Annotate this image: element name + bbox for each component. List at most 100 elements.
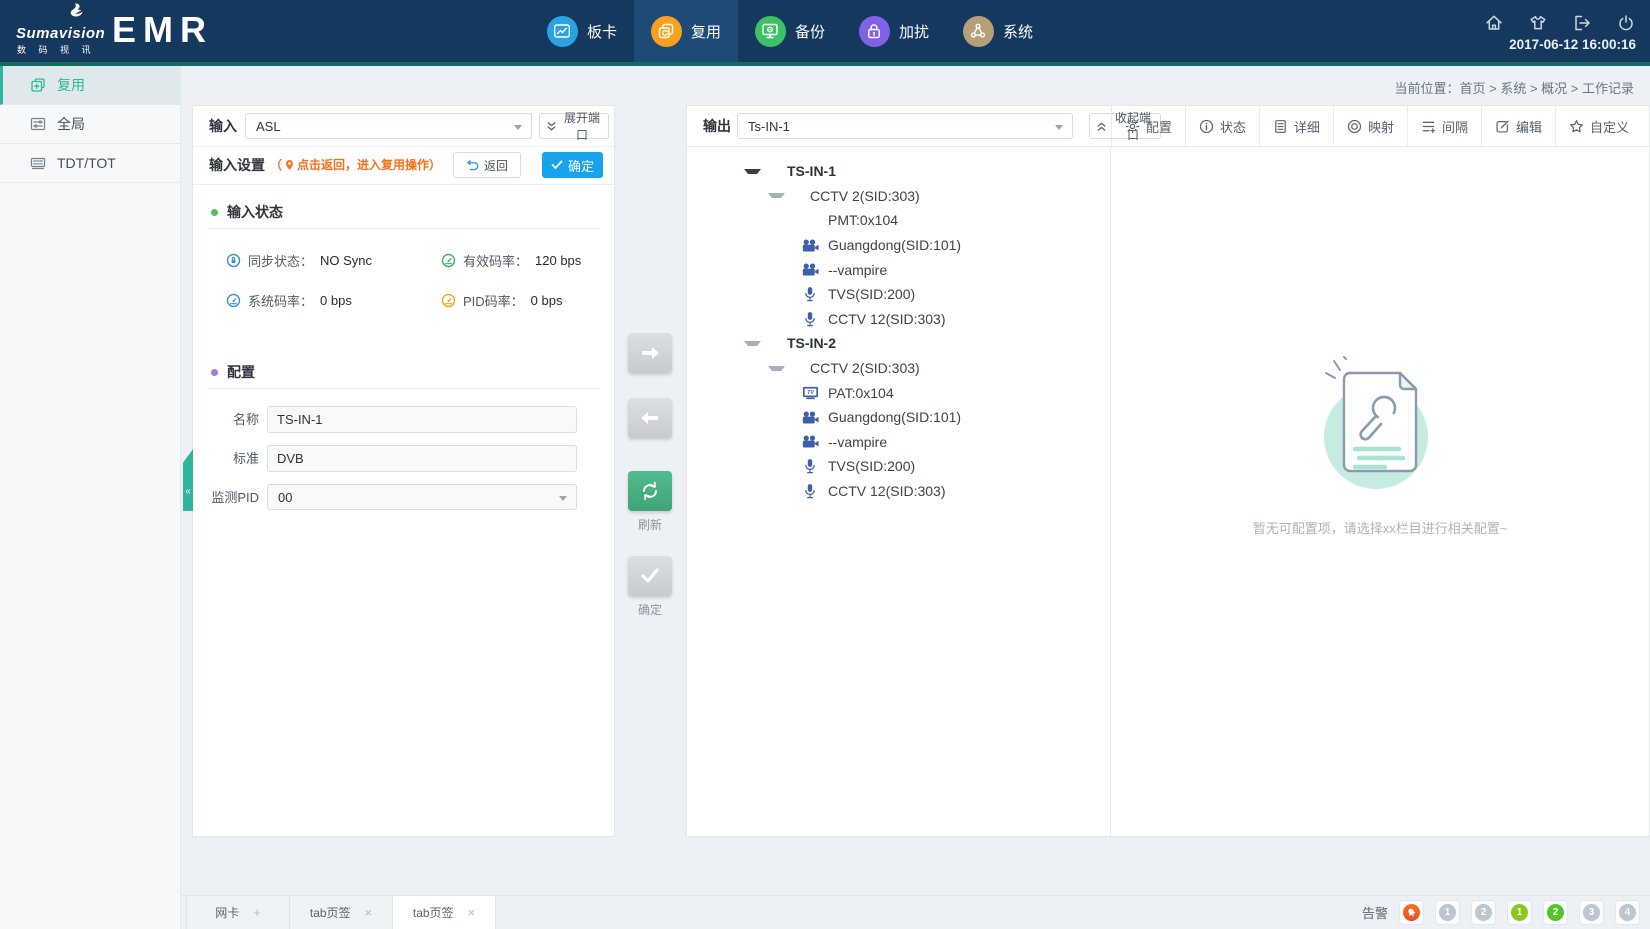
- empty-state-illustration: [1304, 345, 1456, 502]
- output-port-select[interactable]: Ts-IN-1: [737, 113, 1073, 139]
- status-indicator-5[interactable]: 3: [1579, 900, 1604, 925]
- gear-icon: [1125, 119, 1140, 134]
- tab-page-2[interactable]: tab页签 ×: [392, 896, 496, 929]
- camera-icon: [801, 434, 819, 449]
- sidebar-item-label: 复用: [57, 75, 85, 95]
- home-icon[interactable]: [1484, 13, 1504, 33]
- double-chevron-down-icon: [546, 121, 557, 132]
- input-port-select[interactable]: ASL: [245, 113, 532, 139]
- tree-node-pat[interactable]: TVPAT:0x104: [687, 380, 1110, 405]
- logout-icon[interactable]: [1572, 13, 1592, 33]
- tv-icon: TV: [801, 385, 819, 400]
- sidebar-item-multiplex[interactable]: 复用: [0, 66, 180, 105]
- double-chevron-up-icon: [1096, 121, 1107, 132]
- sidebar-item-global[interactable]: 全局: [0, 105, 180, 144]
- alarm-bell-icon: [1403, 904, 1420, 921]
- tab-network-card[interactable]: 网卡 +: [186, 896, 290, 929]
- toolbar-mapping[interactable]: 映射: [1333, 106, 1407, 146]
- status-item-system-rate: 系统码率： 0 bps: [226, 291, 352, 310]
- nav-label: 系统: [1003, 21, 1033, 42]
- toolbar-interval[interactable]: 间隔: [1407, 106, 1481, 146]
- tree-node-pmt[interactable]: PMT:0x104: [687, 208, 1110, 233]
- nav-label: 板卡: [587, 21, 617, 42]
- input-settings-title: 输入设置: [209, 147, 265, 184]
- toolbar-edit[interactable]: 编辑: [1481, 106, 1555, 146]
- close-icon[interactable]: ×: [365, 905, 373, 920]
- back-button[interactable]: 返回: [453, 152, 521, 178]
- tree-node-stream[interactable]: --vampire: [687, 257, 1110, 282]
- multiplex-icon: [651, 16, 682, 47]
- caret-down-icon[interactable]: [744, 169, 761, 174]
- status-item-pid-rate: PID码率： 0 bps: [441, 291, 562, 310]
- nav-item-board[interactable]: 板卡: [530, 0, 634, 62]
- expand-ports-button[interactable]: 展开端口: [539, 113, 609, 139]
- status-indicator-3[interactable]: 1: [1507, 900, 1532, 925]
- toolbar-detail[interactable]: 详细: [1259, 106, 1333, 146]
- status-item-sync: 同步状态： NO Sync: [226, 251, 372, 270]
- nav-item-backup[interactable]: 备份: [738, 0, 842, 62]
- tree-node-stream[interactable]: Guangdong(SID:101): [687, 233, 1110, 258]
- pin-icon: [284, 159, 295, 172]
- power-icon[interactable]: [1616, 13, 1636, 33]
- tree-node-stream[interactable]: Guangdong(SID:101): [687, 405, 1110, 430]
- refresh-button[interactable]: [628, 471, 672, 511]
- microphone-icon: [801, 458, 819, 474]
- double-chevron-left-icon: «: [185, 486, 191, 497]
- toolbar-status[interactable]: 状态: [1185, 106, 1259, 146]
- status-indicator-1[interactable]: 1: [1435, 900, 1460, 925]
- emr-app-window: Sumavision 数 码 视 讯 EMR 板卡 复用 备份: [0, 0, 1650, 929]
- move-right-button[interactable]: [628, 333, 672, 373]
- svg-text:TV: TV: [807, 390, 814, 396]
- tree-node-ts-in-2[interactable]: TS-IN-2: [687, 331, 1110, 356]
- tree-node-stream[interactable]: CCTV 12(SID:303): [687, 307, 1110, 332]
- input-status-section-title: 输入状态: [211, 202, 283, 222]
- nav-item-system[interactable]: 系统: [946, 0, 1050, 62]
- status-indicator-2[interactable]: 2: [1471, 900, 1496, 925]
- status-item-effective-rate: 有效码率： 120 bps: [441, 251, 581, 270]
- nav-item-multiplex[interactable]: 复用: [634, 0, 738, 62]
- tree-node-stream[interactable]: TVS(SID:200): [687, 282, 1110, 307]
- input-settings-row: 输入设置 （ 点击返回，进入复用操作） 返回: [193, 147, 614, 185]
- alarm-indicator[interactable]: [1399, 900, 1424, 925]
- bottom-bar: 网卡 + tab页签 × tab页签 × 告警: [181, 895, 1650, 929]
- tree-node-stream[interactable]: CCTV 12(SID:303): [687, 479, 1110, 504]
- topbar-quick-actions: [1484, 13, 1636, 33]
- pid-rate-gauge-icon: [441, 293, 456, 308]
- toolbar-custom[interactable]: 自定义: [1555, 106, 1649, 146]
- transfer-confirm-button[interactable]: [628, 556, 672, 596]
- sidebar-item-tdt-tot[interactable]: TDT/TOT: [0, 144, 180, 183]
- tree-node-service[interactable]: CCTV 2(SID:303): [687, 356, 1110, 381]
- output-config-pane: 暂无可配置项，请选择xx栏目进行相关配置~: [1110, 147, 1649, 837]
- main-content: 当前位置：首页 > 系统 > 概况 > 工作记录 输入 ASL 展开端口 输入设…: [181, 66, 1650, 929]
- microphone-icon: [801, 286, 819, 302]
- edit-icon: [1495, 119, 1510, 134]
- tree-node-service[interactable]: CCTV 2(SID:303): [687, 184, 1110, 209]
- theme-icon[interactable]: [1528, 13, 1548, 33]
- close-icon[interactable]: ×: [468, 905, 476, 920]
- status-indicator-4[interactable]: 2: [1543, 900, 1568, 925]
- caret-down-icon[interactable]: [744, 341, 761, 346]
- name-field[interactable]: [267, 406, 577, 433]
- star-icon: [1569, 119, 1584, 134]
- output-panel: 输出 Ts-IN-1 收起端口 配置: [686, 105, 1650, 837]
- toolbar-config[interactable]: 配置: [1111, 106, 1185, 146]
- field-label: 监测PID: [193, 484, 259, 511]
- standard-field[interactable]: [267, 445, 577, 472]
- move-left-button[interactable]: [628, 398, 672, 438]
- transfer-confirm-label: 确定: [628, 601, 672, 618]
- scramble-lock-icon: [859, 16, 890, 47]
- tab-page-1[interactable]: tab页签 ×: [289, 896, 393, 929]
- nav-item-scramble[interactable]: 加扰: [842, 0, 946, 62]
- bottom-tabs: 网卡 + tab页签 × tab页签 ×: [187, 896, 496, 929]
- monitor-pid-select[interactable]: 00: [267, 484, 577, 510]
- add-icon[interactable]: +: [253, 905, 261, 920]
- confirm-button[interactable]: 确定: [542, 152, 603, 178]
- tree-node-ts-in-1[interactable]: TS-IN-1: [687, 159, 1110, 184]
- caret-down-icon[interactable]: [768, 366, 785, 371]
- effective-rate-gauge-icon: [441, 253, 456, 268]
- collapse-panel-handle[interactable]: «: [183, 449, 193, 511]
- tree-node-stream[interactable]: --vampire: [687, 430, 1110, 455]
- caret-down-icon[interactable]: [768, 193, 785, 198]
- tree-node-stream[interactable]: TVS(SID:200): [687, 454, 1110, 479]
- status-indicator-6[interactable]: 4: [1615, 900, 1640, 925]
